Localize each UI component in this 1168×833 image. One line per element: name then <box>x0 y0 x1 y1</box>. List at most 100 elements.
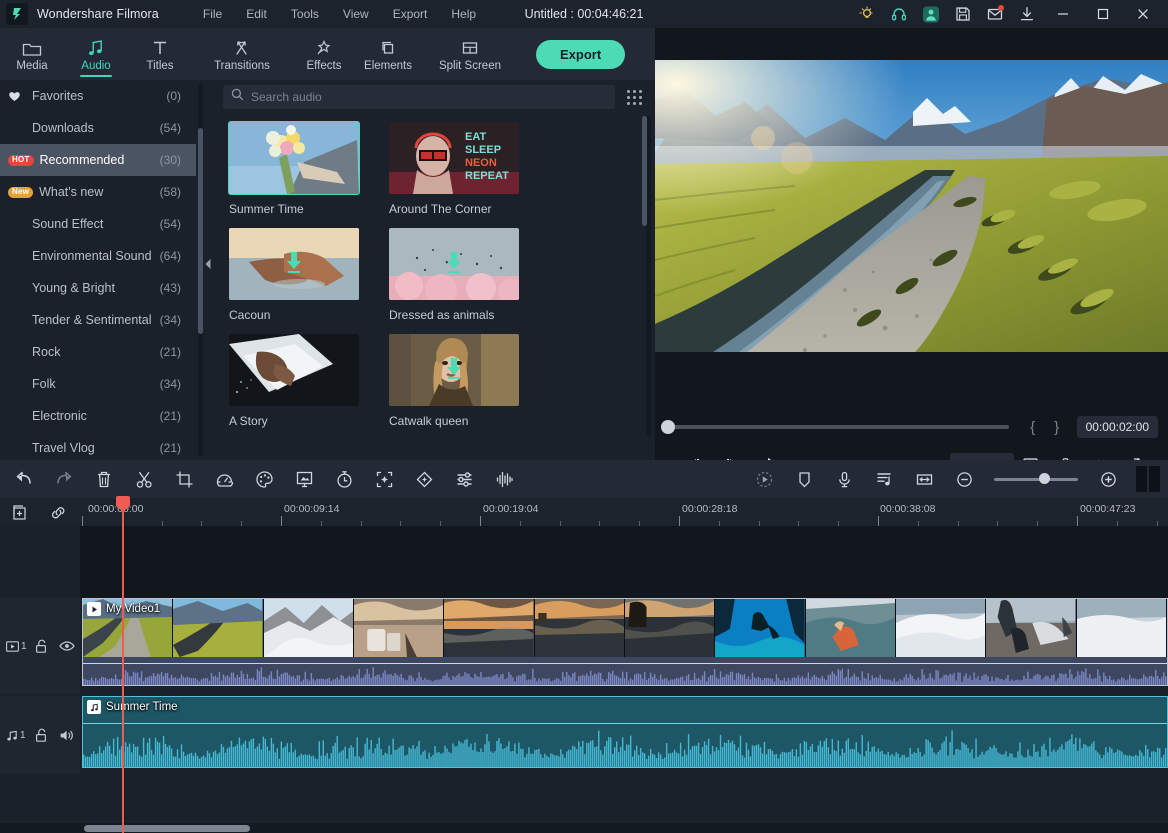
mark-out-button[interactable]: } <box>1045 419 1069 436</box>
add-track-icon[interactable] <box>8 503 28 521</box>
mail-icon[interactable] <box>986 5 1004 23</box>
sidebar-item-electronic[interactable]: Electronic (21) <box>0 400 196 432</box>
video-clip[interactable]: My Video1 <box>82 598 1168 686</box>
audio-thumbnail[interactable] <box>389 334 519 406</box>
playhead[interactable] <box>122 498 124 833</box>
grid-view-icon[interactable] <box>623 86 645 108</box>
empty-track-area[interactable] <box>0 526 1168 598</box>
zoom-in-icon[interactable] <box>1088 460 1128 498</box>
sidebar-item-favorites[interactable]: Favorites (0) <box>0 80 196 112</box>
sidebar-item-recommended[interactable]: HOT Recommended (30) <box>0 144 196 176</box>
auto-enhance-icon[interactable] <box>364 460 404 498</box>
headphone-icon[interactable] <box>890 5 908 23</box>
audio-track-mute-icon[interactable] <box>54 729 80 742</box>
sidebar-item-whats-new[interactable]: New What's new (58) <box>0 176 196 208</box>
audio-thumbnail[interactable] <box>229 334 359 406</box>
tab-transitions[interactable]: Transitions <box>192 28 292 80</box>
sidebar-scrollbar-thumb[interactable] <box>198 128 203 334</box>
sidebar-item-travel-vlog[interactable]: Travel Vlog (21) <box>0 432 196 460</box>
sidebar-item-sound-effect[interactable]: Sound Effect (54) <box>0 208 196 240</box>
video-preview[interactable] <box>655 60 1168 352</box>
search-box[interactable] <box>223 85 615 109</box>
link-icon[interactable] <box>48 503 68 521</box>
download-icon[interactable] <box>1018 5 1036 23</box>
green-screen-icon[interactable] <box>284 460 324 498</box>
export-button[interactable]: Export <box>536 40 625 69</box>
video-track-lock-icon[interactable] <box>28 639 54 654</box>
adjust-sliders-icon[interactable] <box>444 460 484 498</box>
tab-elements[interactable]: Elements <box>356 28 420 80</box>
account-icon[interactable] <box>922 5 940 23</box>
menu-view[interactable]: View <box>331 3 381 25</box>
audio-thumbnail[interactable]: EAT SLEEP NEON REPEAT <box>389 122 519 194</box>
sidebar-item-folk[interactable]: Folk (34) <box>0 368 196 400</box>
render-preview-icon[interactable] <box>744 460 784 498</box>
sidebar-item-downloads[interactable]: Downloads (54) <box>0 112 196 144</box>
fit-timeline-icon[interactable] <box>904 460 944 498</box>
timeline-horizontal-scrollbar[interactable] <box>0 823 1168 833</box>
sidebar-item-environmental-sound[interactable]: Environmental Sound (64) <box>0 240 196 272</box>
audio-thumbnail[interactable] <box>389 228 519 300</box>
fullscreen-timeline-icon[interactable] <box>1136 466 1162 492</box>
seek-slider[interactable] <box>665 425 1009 429</box>
download-arrow-icon[interactable] <box>444 251 464 280</box>
voiceover-mic-icon[interactable] <box>824 460 864 498</box>
maximize-button[interactable] <box>1090 1 1116 27</box>
close-button[interactable] <box>1130 1 1156 27</box>
video-track-visibility-icon[interactable] <box>54 640 80 652</box>
audio-track-lock-icon[interactable] <box>28 728 54 743</box>
current-timecode[interactable]: 00:00:02:00 <box>1077 416 1158 438</box>
seek-handle[interactable] <box>661 420 675 434</box>
sidebar-item-rock[interactable]: Rock (21) <box>0 336 196 368</box>
timeline-ruler[interactable]: 00:00:00:00 00:00:09:14 00:00:19:04 00:0… <box>80 498 1168 526</box>
sidebar-item-young-and-bright[interactable]: Young & Bright (43) <box>0 272 196 304</box>
speed-icon[interactable] <box>204 460 244 498</box>
zoom-slider-handle[interactable] <box>1039 473 1050 484</box>
zoom-slider[interactable] <box>994 478 1078 481</box>
audio-thumbnail[interactable] <box>229 122 359 194</box>
timeline-scrollbar-thumb[interactable] <box>84 825 250 832</box>
tab-audio[interactable]: Audio <box>64 28 128 80</box>
audio-mixer-icon[interactable] <box>484 460 524 498</box>
tab-media[interactable]: Media <box>0 28 64 80</box>
redo-icon[interactable] <box>44 460 84 498</box>
audio-item[interactable]: A Story <box>229 334 373 428</box>
split-scissors-icon[interactable] <box>124 460 164 498</box>
library-scrollbar-thumb[interactable] <box>642 116 647 226</box>
audio-detach-icon[interactable] <box>864 460 904 498</box>
minimize-button[interactable] <box>1050 1 1076 27</box>
menu-export[interactable]: Export <box>381 3 440 25</box>
keyframe-diamond-icon[interactable] <box>404 460 444 498</box>
lightbulb-icon[interactable] <box>858 5 876 23</box>
menu-edit[interactable]: Edit <box>234 3 279 25</box>
audio-category-sidebar[interactable]: Favorites (0) Downloads (54) HOT Recomme… <box>0 80 196 460</box>
audio-item[interactable]: Summer Time <box>229 122 373 216</box>
color-palette-icon[interactable] <box>244 460 284 498</box>
tab-titles[interactable]: Titles <box>128 28 192 80</box>
audio-item[interactable]: Cacoun <box>229 228 373 322</box>
audio-thumbnail[interactable] <box>229 228 359 300</box>
sidebar-item-tender-and-sentimental[interactable]: Tender & Sentimental (34) <box>0 304 196 336</box>
download-arrow-icon[interactable] <box>284 251 304 280</box>
search-input[interactable] <box>251 90 607 104</box>
undo-icon[interactable] <box>4 460 44 498</box>
audio-clip[interactable]: Summer Time <box>82 696 1168 768</box>
marker-icon[interactable] <box>784 460 824 498</box>
crop-icon[interactable] <box>164 460 204 498</box>
tab-split-screen[interactable]: Split Screen <box>420 28 520 80</box>
zoom-out-icon[interactable] <box>944 460 984 498</box>
audio-item[interactable]: EAT SLEEP NEON REPEAT Around The Corner <box>389 122 533 216</box>
delete-icon[interactable] <box>84 460 124 498</box>
menu-help[interactable]: Help <box>439 3 488 25</box>
library-scrollbar[interactable] <box>646 116 651 436</box>
mark-in-button[interactable]: { <box>1021 419 1045 436</box>
menu-file[interactable]: File <box>191 3 234 25</box>
freeze-timer-icon[interactable] <box>324 460 364 498</box>
menu-tools[interactable]: Tools <box>279 3 331 25</box>
download-arrow-icon[interactable] <box>444 357 464 386</box>
collapse-panel-arrow-icon[interactable] <box>203 255 213 273</box>
save-icon[interactable] <box>954 5 972 23</box>
audio-item[interactable]: Catwalk queen <box>389 334 533 428</box>
tab-effects[interactable]: Effects <box>292 28 356 80</box>
audio-item[interactable]: Dressed as animals <box>389 228 533 322</box>
